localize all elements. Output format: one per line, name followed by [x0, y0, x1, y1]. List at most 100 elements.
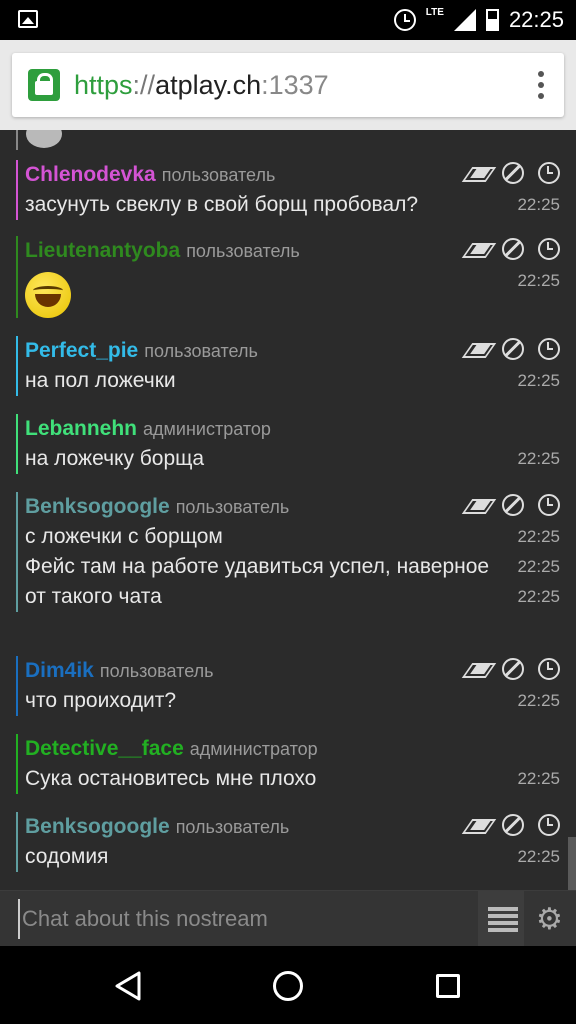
- overflow-menu-icon[interactable]: [538, 71, 544, 101]
- chat-message: Lebannehn администратор на ложечку борща 22…: [16, 414, 564, 474]
- scrollbar[interactable]: [568, 837, 576, 890]
- clock: 22:25: [508, 7, 564, 32]
- message-text: Фейс там на работе удавиться успел, наве…: [25, 555, 490, 578]
- username[interactable]: Chlenodevka: [25, 163, 156, 187]
- ban-icon[interactable]: [502, 338, 524, 360]
- url-text[interactable]: https://atplay.ch:1337: [74, 69, 329, 101]
- message-text: засунуть свеклу в свой борщ пробовал?: [25, 193, 419, 216]
- list-icon: [488, 907, 518, 932]
- chat-message: Benksogoogle пользователь с ложечки с борщ…: [16, 492, 564, 612]
- user-role: пользователь: [175, 816, 290, 837]
- message-timestamp: 22:25: [517, 847, 560, 866]
- network-type: LTE: [425, 6, 444, 18]
- username[interactable]: Lebannehn: [25, 417, 137, 441]
- moderation-actions: [466, 162, 560, 184]
- chat-input[interactable]: [18, 899, 474, 939]
- message-timestamp: 22:25: [517, 527, 560, 546]
- username[interactable]: Dim4ik: [25, 659, 94, 683]
- message-line: с ложечки с борщом 22:25: [25, 522, 564, 552]
- message-timestamp: 22:25: [517, 449, 560, 468]
- android-nav-bar: [0, 946, 576, 1024]
- eraser-icon[interactable]: [466, 162, 488, 184]
- message-line: на пол ложечки 22:25: [25, 366, 564, 396]
- url-scheme: https: [74, 70, 133, 100]
- message-line: 22:25: [25, 266, 564, 318]
- message-text: Сука остановитесь мне плохо: [25, 767, 317, 790]
- message-line: Фейс там на работе удавиться успел, наве…: [25, 552, 564, 582]
- chat-message: Perfect_pie пользователь на пол ложечки 22:…: [16, 336, 564, 396]
- clock-icon[interactable]: [538, 162, 560, 184]
- message-timestamp: 22:25: [517, 557, 560, 576]
- user-role: администратор: [143, 418, 271, 439]
- eraser-icon[interactable]: [466, 658, 488, 680]
- message-line: от такого чата 22:25: [25, 582, 564, 612]
- moderation-actions: [466, 814, 560, 836]
- user-role: пользователь: [144, 340, 258, 361]
- username[interactable]: Lieutenantyoba: [25, 239, 180, 263]
- message-line: содомия 22:25: [25, 842, 564, 872]
- settings-button[interactable]: ⚙: [528, 891, 572, 947]
- username[interactable]: Benksogoogle: [25, 495, 170, 519]
- username[interactable]: Perfect_pie: [25, 339, 138, 363]
- message-text: с ложечки с борщом: [25, 525, 223, 548]
- clock-icon[interactable]: [538, 338, 560, 360]
- moderation-actions: [466, 338, 560, 360]
- message-timestamp: 22:25: [517, 195, 560, 214]
- chat-message: Lieutenantyoba пользователь 22:25: [16, 236, 564, 318]
- moderation-actions: [466, 658, 560, 680]
- message-text: содомия: [25, 845, 109, 868]
- browser-toolbar: https://atplay.ch:1337: [0, 40, 576, 130]
- clock-icon[interactable]: [538, 494, 560, 516]
- ban-icon[interactable]: [502, 162, 524, 184]
- eraser-icon[interactable]: [466, 338, 488, 360]
- user-role: пользователь: [161, 164, 276, 185]
- userlist-button[interactable]: [478, 891, 524, 947]
- message-line: что проиходит? 22:25: [25, 686, 564, 716]
- ban-icon[interactable]: [502, 658, 524, 680]
- message-timestamp: 22:25: [517, 691, 560, 710]
- chat-log[interactable]: Chlenodevka пользователь засунуть свеклу в…: [0, 130, 576, 890]
- home-icon[interactable]: [273, 971, 303, 1001]
- chat-message: Dim4ik пользователь что проиходит? 22:25: [16, 656, 564, 716]
- alarm-icon: [393, 9, 416, 31]
- message-text: от такого чата: [25, 585, 162, 608]
- clock-icon[interactable]: [538, 238, 560, 260]
- message-line: Сука остановитесь мне плохо 22:25: [25, 764, 564, 794]
- previous-message-border: [16, 130, 18, 150]
- image-notification-icon: [18, 10, 38, 28]
- ban-icon[interactable]: [502, 494, 524, 516]
- clock-icon[interactable]: [538, 814, 560, 836]
- message-header: Detective__face администратор: [25, 734, 564, 764]
- address-bar[interactable]: https://atplay.ch:1337: [12, 53, 564, 117]
- previous-message-emoji: [26, 130, 62, 148]
- username[interactable]: Benksogoogle: [25, 815, 170, 839]
- chat-message: Detective__face администратор Сука останов…: [16, 734, 564, 794]
- moderation-actions: [466, 238, 560, 260]
- username[interactable]: Detective__face: [25, 737, 184, 761]
- clock-icon[interactable]: [538, 658, 560, 680]
- recents-icon[interactable]: [436, 974, 460, 998]
- back-icon[interactable]: [114, 970, 142, 1002]
- eraser-icon[interactable]: [466, 238, 488, 260]
- message-line: на ложечку борща 22:25: [25, 444, 564, 474]
- chat-message: Chlenodevka пользователь засунуть свеклу в…: [16, 160, 564, 220]
- message-header: Lebannehn администратор: [25, 414, 564, 444]
- status-bar: LTE 22:25: [0, 0, 576, 40]
- message-text: на ложечку борща: [25, 447, 205, 470]
- lock-icon-body: [35, 81, 53, 95]
- url-port: :1337: [261, 70, 329, 100]
- eraser-icon[interactable]: [466, 494, 488, 516]
- message-line: засунуть свеклу в свой борщ пробовал? 22:…: [25, 190, 564, 220]
- eraser-icon[interactable]: [466, 814, 488, 836]
- message-timestamp: 22:25: [517, 769, 560, 788]
- ban-icon[interactable]: [502, 238, 524, 260]
- chat-message: Benksogoogle пользователь содомия 22:25: [16, 812, 564, 872]
- moderation-actions: [466, 494, 560, 516]
- url-host: atplay.ch: [155, 70, 262, 100]
- signal-icon: [453, 9, 476, 31]
- user-role: администратор: [189, 738, 318, 759]
- message-timestamp: 22:25: [517, 271, 560, 290]
- user-role: пользователь: [99, 660, 214, 681]
- message-text: что проиходит?: [25, 689, 177, 712]
- ban-icon[interactable]: [502, 814, 524, 836]
